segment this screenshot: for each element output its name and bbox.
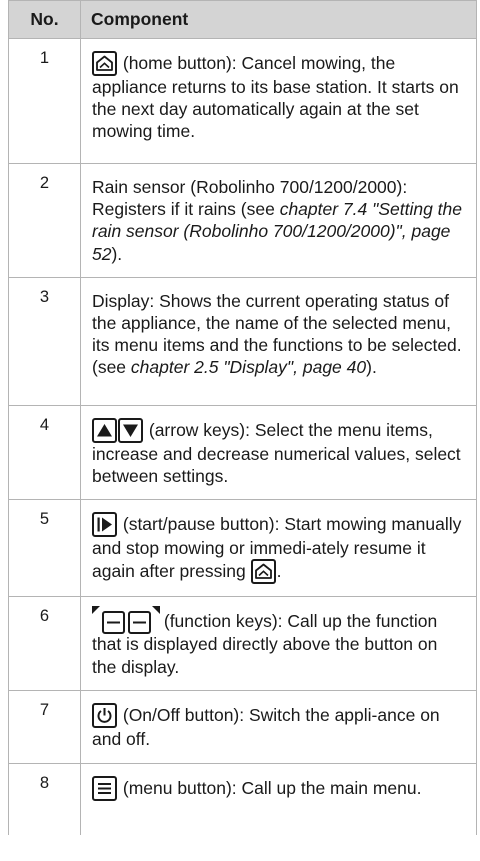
row-text-end: ). xyxy=(366,357,377,378)
table-row: 8 (menu button): Call up the main menu. xyxy=(8,762,477,836)
row-text-end: . xyxy=(276,561,282,582)
row-number: 7 xyxy=(8,690,81,764)
home-icon xyxy=(92,51,117,76)
chapter-reference[interactable]: chapter 2.5 "Display", page 40 xyxy=(131,357,366,377)
row-description: Display: Shows the current operating sta… xyxy=(80,276,477,406)
header-no: No. xyxy=(8,0,81,39)
row-number: 1 xyxy=(8,38,81,164)
row-text: (arrow keys): Select the menu items, inc… xyxy=(92,419,461,487)
row-number: 2 xyxy=(8,163,81,278)
header-component: Component xyxy=(80,0,477,39)
function-key-left-marker-icon xyxy=(92,606,100,615)
row-number: 3 xyxy=(8,276,81,406)
table-row: 3 Display: Shows the current operating s… xyxy=(8,276,477,406)
row-description: (function keys): Call up the function th… xyxy=(80,596,477,692)
arrow-up-icon xyxy=(92,417,117,443)
table-row: 1 (home button): Cancel mowing, the appl… xyxy=(8,38,477,164)
function-key-right-icon xyxy=(128,611,151,635)
row-text: (On/Off button): Switch the appli-ance o… xyxy=(92,705,440,750)
table-row: 7 (On/Off button): Switch the appli-ance… xyxy=(8,690,477,764)
row-number: 8 xyxy=(8,762,81,836)
table-header-row: No. Component xyxy=(8,0,477,39)
row-description: (home button): Cancel mowing, the applia… xyxy=(80,38,477,164)
component-table: No. Component 1 (home button): Cancel mo… xyxy=(8,0,477,836)
table-row: 5 (start/pause button): Start mowing man… xyxy=(8,499,477,598)
function-key-left-icon xyxy=(102,611,125,635)
row-description: (start/pause button): Start mowing manua… xyxy=(80,499,477,598)
row-number: 5 xyxy=(8,499,81,598)
row-description: (menu button): Call up the main menu. xyxy=(80,762,477,836)
table-row: 4 (arrow keys): Select the menu items, i… xyxy=(8,404,477,501)
function-key-right-marker-icon xyxy=(152,606,160,615)
play-pause-icon xyxy=(92,512,117,538)
arrow-down-icon xyxy=(118,417,143,443)
row-description: (On/Off button): Switch the appli-ance o… xyxy=(80,690,477,764)
row-text: (menu button): Call up the main menu. xyxy=(118,777,422,798)
table-row: 6 (function keys): Call up the function … xyxy=(8,596,477,692)
function-keys-icon xyxy=(92,606,160,635)
menu-icon xyxy=(92,775,117,801)
table-row: 2 Rain sensor (Robolinho 700/1200/2000):… xyxy=(8,163,477,278)
power-icon xyxy=(92,703,117,729)
row-number: 4 xyxy=(8,404,81,501)
home-icon xyxy=(250,559,276,585)
row-text-end: ). xyxy=(111,243,123,264)
row-number: 6 xyxy=(8,596,81,692)
row-description: Rain sensor (Robolinho 700/1200/2000): R… xyxy=(80,163,477,278)
row-description: (arrow keys): Select the menu items, inc… xyxy=(80,404,477,501)
row-text: (home button): Cancel mowing, the applia… xyxy=(92,53,459,142)
